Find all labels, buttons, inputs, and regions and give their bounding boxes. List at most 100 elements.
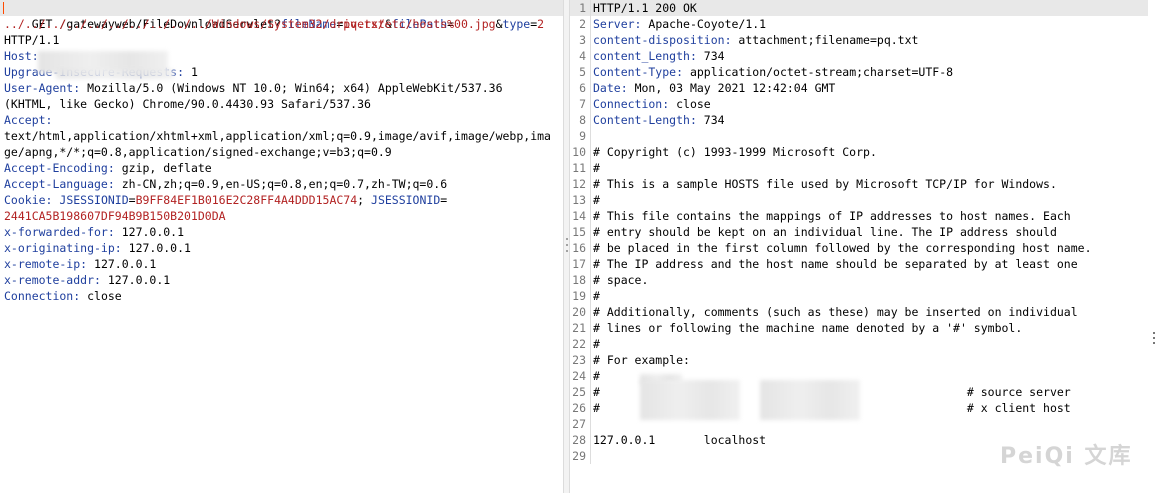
response-line[interactable]: 10 # Copyright (c) 1993-1999 Microsoft Co…: [570, 144, 1148, 160]
request-header-x-remote-ip[interactable]: x-remote-ip: 127.0.0.1: [0, 256, 563, 272]
response-line[interactable]: 2 Server: Apache-Coyote/1.1: [570, 16, 1148, 32]
request-header-accept-encoding[interactable]: Accept-Encoding: gzip, deflate: [0, 160, 563, 176]
header-value: 127.0.0.1: [121, 225, 185, 239]
response-line[interactable]: 7 Connection: close: [570, 96, 1148, 112]
response-body-line: #: [593, 289, 600, 303]
header-value: Mozilla/5.0 (Windows NT 10.0; Win64; x64…: [87, 81, 503, 95]
response-line[interactable]: 3 content-disposition: attachment;filenam…: [570, 32, 1148, 48]
response-line[interactable]: 13 #: [570, 192, 1148, 208]
request-header-accept-value-cont[interactable]: ge/apng,*/*;q=0.8,application/signed-exc…: [0, 144, 563, 160]
response-line[interactable]: 19 #: [570, 288, 1148, 304]
param-separator: &: [495, 17, 503, 31]
cookie-value: B9FF84EF1B016E2C28FF4A4DDD15AC74: [135, 193, 358, 207]
line-number: 17: [570, 256, 591, 272]
request-header-accept[interactable]: Accept:: [0, 112, 563, 128]
http-version-text: HTTP/1.1: [4, 33, 60, 47]
header-colon: :: [73, 81, 88, 95]
line-number: 28: [570, 432, 591, 448]
header-value: zh-CN,zh;q=0.9,en-US;q=0.8,en;q=0.7,zh-T…: [121, 177, 448, 191]
line-number: 8: [570, 112, 591, 128]
response-line[interactable]: 20 # Additionally, comments (such as thes…: [570, 304, 1148, 320]
response-line[interactable]: 16 # be placed in the first column follow…: [570, 240, 1148, 256]
header-colon: :: [724, 33, 739, 47]
request-header-x-remote-addr[interactable]: x-remote-addr: 127.0.0.1: [0, 272, 563, 288]
line-number: 10: [570, 144, 591, 160]
header-colon: :: [676, 65, 690, 79]
response-body-line: # entry should be kept on an individual …: [593, 225, 1057, 239]
header-colon: :: [689, 113, 704, 127]
header-value: 734: [703, 113, 725, 127]
response-line[interactable]: 22 #: [570, 336, 1148, 352]
splitter-grip-icon[interactable]: [564, 238, 569, 252]
response-line[interactable]: 5 Content-Type: application/octet-stream;…: [570, 64, 1148, 80]
header-value: (KHTML, like Gecko) Chrome/90.0.4430.93 …: [4, 97, 371, 111]
response-body-line: # This file contains the mappings of IP …: [593, 209, 1071, 223]
response-editor[interactable]: 1 HTTP/1.1 200 OK 2 Server: Apache-Coyote/…: [570, 0, 1148, 493]
request-header-accept-language[interactable]: Accept-Language: zh-CN,zh;q=0.9,en-US;q=…: [0, 176, 563, 192]
header-colon: :: [662, 97, 677, 111]
header-key: Date: [593, 81, 621, 95]
cookie-name: JSESSIONID: [371, 193, 441, 207]
line-number: 18: [570, 272, 591, 288]
line-number: 2: [570, 16, 591, 32]
header-key: content-disposition: [593, 33, 725, 47]
header-key: Accept: [4, 113, 46, 127]
response-line[interactable]: 11 #: [570, 160, 1148, 176]
line-number: 19: [570, 288, 591, 304]
header-value: 734: [703, 49, 725, 63]
line-number: 6: [570, 80, 591, 96]
response-body-line: # space.: [593, 273, 649, 287]
header-key: Server: [593, 17, 635, 31]
response-body-line: [591, 416, 593, 432]
request-header-accept-value[interactable]: text/html,application/xhtml+xml,applicat…: [0, 128, 563, 144]
request-header-user-agent[interactable]: User-Agent: Mozilla/5.0 (Windows NT 10.0…: [0, 80, 563, 96]
header-key: Connection: [4, 289, 74, 303]
header-colon: :: [94, 273, 108, 287]
request-header-cookie[interactable]: Cookie: JSESSIONID=B9FF84EF1B016E2C28FF4…: [0, 192, 563, 208]
request-header-user-agent-cont[interactable]: (KHTML, like Gecko) Chrome/90.0.4430.93 …: [0, 96, 563, 112]
line-number: 9: [570, 128, 591, 144]
scroll-grip-icon[interactable]: [1152, 332, 1156, 344]
response-line[interactable]: 1 HTTP/1.1 200 OK: [570, 0, 1148, 16]
line-number: 27: [570, 416, 591, 432]
response-line[interactable]: 12 # This is a sample HOSTS file used by …: [570, 176, 1148, 192]
header-colon: :: [45, 193, 60, 207]
response-line[interactable]: 14 # This file contains the mappings of I…: [570, 208, 1148, 224]
response-body-line: # be placed in the first column followed…: [593, 241, 1092, 255]
response-line[interactable]: 18 # space.: [570, 272, 1148, 288]
line-number: 20: [570, 304, 591, 320]
header-value: application/octet-stream;charset=UTF-8: [689, 65, 954, 79]
response-line[interactable]: 4 content_Length: 734: [570, 48, 1148, 64]
request-header-connection[interactable]: Connection: close: [0, 288, 563, 304]
request-http-version[interactable]: HTTP/1.1: [0, 32, 563, 48]
cookie-name: JSESSIONID: [59, 193, 129, 207]
response-line[interactable]: 21 # lines or following the machine name …: [570, 320, 1148, 336]
request-header-x-forwarded-for[interactable]: x-forwarded-for: 127.0.0.1: [0, 224, 563, 240]
response-line[interactable]: 17 # The IP address and the host name sho…: [570, 256, 1148, 272]
param-value-filepath: ../../../../../../../../../../Windows/Sy…: [4, 17, 496, 31]
request-header-cookie-cont[interactable]: 2441CA5B198607DF94B9B150B201D0DA: [0, 208, 563, 224]
header-colon: :: [620, 81, 635, 95]
response-line[interactable]: 6 Date: Mon, 03 May 2021 12:42:04 GMT: [570, 80, 1148, 96]
response-line[interactable]: 9: [570, 128, 1148, 144]
header-value: 127.0.0.1: [107, 273, 171, 287]
response-line[interactable]: 8 Content-Length: 734: [570, 112, 1148, 128]
request-editor[interactable]: GET /gatewayweb/FileDownloadServlet?file…: [0, 0, 563, 493]
header-value: close: [676, 97, 711, 111]
watermark-text: PeiQi 文库: [1000, 444, 1133, 469]
header-colon: :: [114, 241, 129, 255]
request-header-x-originating-ip[interactable]: x-originating-ip: 127.0.0.1: [0, 240, 563, 256]
header-value: close: [87, 289, 122, 303]
header-key: Host: [4, 49, 32, 63]
header-colon: :: [73, 289, 88, 303]
header-key: Content-Length: [593, 113, 690, 127]
request-line-1[interactable]: GET /gatewayweb/FileDownloadServlet?file…: [0, 0, 563, 31]
response-line[interactable]: 15 # entry should be kept on an individua…: [570, 224, 1148, 240]
response-line[interactable]: 23 # For example:: [570, 352, 1148, 368]
line-number: 25: [570, 384, 591, 400]
line-number: 14: [570, 208, 591, 224]
request-line-2[interactable]: ../../../../../../../../../../Windows/Sy…: [0, 16, 563, 32]
header-key: x-forwarded-for: [4, 225, 108, 239]
response-body-line: # Additionally, comments (such as these)…: [593, 305, 1078, 319]
header-value: ge/apng,*/*;q=0.8,application/signed-exc…: [4, 145, 392, 159]
